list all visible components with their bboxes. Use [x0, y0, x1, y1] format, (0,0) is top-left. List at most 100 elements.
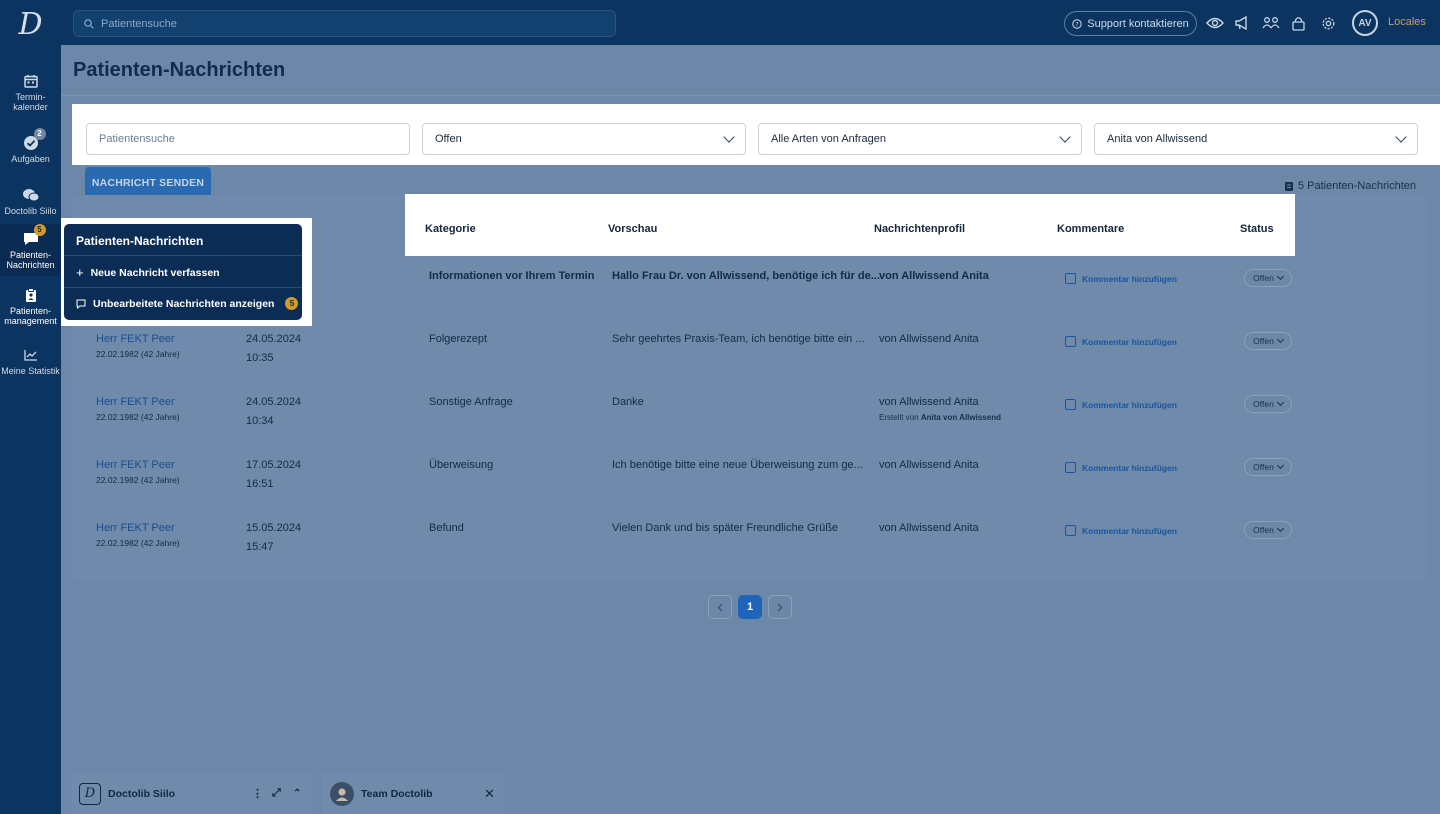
row-profile: von Allwissend Anita: [879, 333, 979, 345]
chat-tab-label: Doctolib Siilo: [108, 787, 176, 800]
patient-dob: 22.02.1982 (42 Jahre): [96, 412, 180, 422]
add-comment-label: Kommentar hinzufügen: [1082, 525, 1177, 536]
row-preview: Vielen Dank und bis später Freundliche G…: [612, 522, 839, 534]
column-header-status[interactable]: Status: [1240, 223, 1274, 235]
request-type-filter-select[interactable]: Alle Arten von Anfragen: [758, 123, 1082, 155]
chevron-down-icon: [1276, 272, 1284, 281]
chevron-down-icon: [1276, 461, 1284, 470]
column-header-comments[interactable]: Kommentare: [1057, 223, 1124, 235]
status-dropdown[interactable]: Offen: [1244, 332, 1292, 350]
row-date: 17.05.2024: [246, 459, 302, 471]
add-comment-link[interactable]: Kommentar hinzufügen: [1065, 336, 1177, 347]
status-dropdown[interactable]: Offen: [1244, 269, 1292, 287]
sidebar-item-label: Doctolib Siilo: [4, 206, 57, 216]
created-by-note: Erstellt von Anita von Allwissend: [879, 413, 1001, 422]
patient-search-input[interactable]: Patientensuche: [86, 123, 410, 155]
add-comment-link[interactable]: Kommentar hinzufügen: [1065, 273, 1177, 284]
global-search-input[interactable]: Patientensuche: [73, 10, 616, 37]
row-time: 10:34: [246, 415, 274, 427]
table-row[interactable]: Herr FEKT Peer 22.02.1982 (42 Jahre) 24.…: [72, 325, 1428, 388]
patient-search-placeholder: Patientensuche: [99, 133, 175, 145]
menu-item-unread-messages[interactable]: Unbearbeitete Nachrichten anzeigen 5: [76, 297, 299, 310]
chevron-up-icon[interactable]: ⌃: [293, 788, 301, 799]
message-icon: 5: [21, 224, 46, 248]
siilo-logo-icon: D: [79, 782, 101, 805]
add-comment-label: Kommentar hinzufügen: [1082, 462, 1177, 473]
eye-icon[interactable]: [1204, 12, 1226, 34]
doctolib-logo[interactable]: D: [0, 0, 61, 48]
close-icon[interactable]: ✕: [484, 786, 495, 802]
status-dropdown[interactable]: Offen: [1244, 395, 1292, 413]
message-count: 5 Patienten-Nachrichten: [1284, 180, 1416, 192]
chat-tab-label: Team Doctolib: [361, 787, 433, 800]
team-icon[interactable]: [1260, 12, 1282, 34]
patient-name-link[interactable]: Herr FEKT Peer: [96, 522, 175, 534]
row-preview: Hallo Frau Dr. von Allwissend, benötige …: [612, 270, 880, 282]
svg-text:?: ?: [1076, 20, 1079, 28]
sidebar-item-patienten-nachrichten[interactable]: 5 Patienten- Nachrichten: [0, 224, 61, 276]
lock-icon[interactable]: [1287, 12, 1309, 34]
calendar-icon: [21, 72, 41, 90]
column-header-profile[interactable]: Nachrichtenprofil: [874, 223, 965, 235]
expand-icon[interactable]: ⤢: [272, 787, 281, 800]
chart-icon: [21, 346, 41, 364]
status-filter-value: Offen: [435, 133, 462, 145]
divider: [61, 95, 1440, 96]
chevron-down-icon: [1276, 335, 1284, 344]
add-comment-label: Kommentar hinzufügen: [1082, 273, 1177, 284]
add-comment-link[interactable]: Kommentar hinzufügen: [1065, 462, 1177, 473]
table-row[interactable]: Herr FEKT Peer 22.02.1982 (42 Jahre) 15.…: [72, 514, 1428, 577]
page-title: Patienten-Nachrichten: [73, 59, 286, 81]
chevron-down-icon: [1276, 524, 1284, 533]
megaphone-icon[interactable]: [1231, 12, 1253, 34]
support-button[interactable]: ? Support kontaktieren: [1064, 11, 1197, 36]
patient-messages-menu: Patienten-Nachrichten + Neue Nachricht v…: [64, 224, 302, 320]
sidebar-item-doctolib-siilo[interactable]: Doctolib Siilo: [0, 186, 61, 216]
sidebar-item-patientenmanagement[interactable]: Patienten- management: [0, 286, 61, 326]
gear-icon[interactable]: [1317, 12, 1339, 34]
row-time: 16:51: [246, 478, 274, 490]
add-comment-link[interactable]: Kommentar hinzufügen: [1065, 525, 1177, 536]
pagination-prev-button[interactable]: [708, 595, 732, 619]
profile-filter-select[interactable]: Anita von Allwissend: [1094, 123, 1418, 155]
sidebar-item-label: Patienten- Nachrichten: [6, 250, 55, 270]
more-options-icon[interactable]: ⋮: [252, 787, 263, 800]
row-time: 10:35: [246, 352, 274, 364]
sidebar-item-aufgaben[interactable]: 2 Aufgaben: [0, 128, 61, 164]
status-dropdown[interactable]: Offen: [1244, 521, 1292, 539]
created-by-name: Anita von Allwissend: [920, 413, 1001, 422]
divider: [64, 255, 302, 256]
add-comment-link[interactable]: Kommentar hinzufügen: [1065, 399, 1177, 410]
patient-name-link[interactable]: Herr FEKT Peer: [96, 333, 175, 345]
chat-tab-doctolib-siilo[interactable]: D Doctolib Siilo ⋮ ⤢ ⌃: [72, 773, 312, 814]
chevron-down-icon: [723, 131, 735, 143]
divider: [64, 287, 302, 288]
sidebar-item-terminkalender[interactable]: Termin- kalender: [0, 72, 61, 112]
row-preview: Ich benötige bitte eine neue Überweisung…: [612, 459, 863, 471]
user-avatar[interactable]: AV: [1352, 10, 1378, 36]
patient-name-link[interactable]: Herr FEKT Peer: [96, 396, 175, 408]
column-header-preview[interactable]: Vorschau: [608, 223, 657, 235]
send-message-button[interactable]: NACHRICHT SENDEN: [85, 167, 211, 198]
menu-item-label: Unbearbeitete Nachrichten anzeigen: [93, 297, 275, 310]
row-category: Befund: [429, 522, 464, 534]
table-row[interactable]: Herr FEKT Peer 22.02.1982 (42 Jahre) 24.…: [72, 388, 1428, 451]
patient-dob: 22.02.1982 (42 Jahre): [96, 475, 180, 485]
sidebar-item-label: Patienten- management: [4, 306, 57, 326]
locales-link[interactable]: Locales: [1388, 16, 1426, 28]
column-header-category[interactable]: Kategorie: [425, 223, 476, 235]
nachrichten-badge: 5: [33, 224, 46, 236]
chevron-down-icon: [1276, 398, 1284, 407]
status-label: Offen: [1253, 399, 1274, 409]
chat-tab-team-doctolib[interactable]: Team Doctolib ✕: [322, 773, 505, 814]
menu-item-new-message[interactable]: + Neue Nachricht verfassen: [76, 265, 220, 280]
sidebar-item-meine-statistik[interactable]: Meine Statistik: [0, 346, 61, 376]
pagination-page-1[interactable]: 1: [738, 595, 762, 619]
request-type-filter-value: Alle Arten von Anfragen: [771, 133, 886, 145]
status-filter-select[interactable]: Offen: [422, 123, 746, 155]
patient-name-link[interactable]: Herr FEKT Peer: [96, 459, 175, 471]
status-dropdown[interactable]: Offen: [1244, 458, 1292, 476]
chevron-down-icon: [1395, 131, 1407, 143]
table-row[interactable]: Herr FEKT Peer 22.02.1982 (42 Jahre) 17.…: [72, 451, 1428, 514]
pagination-next-button[interactable]: [768, 595, 792, 619]
